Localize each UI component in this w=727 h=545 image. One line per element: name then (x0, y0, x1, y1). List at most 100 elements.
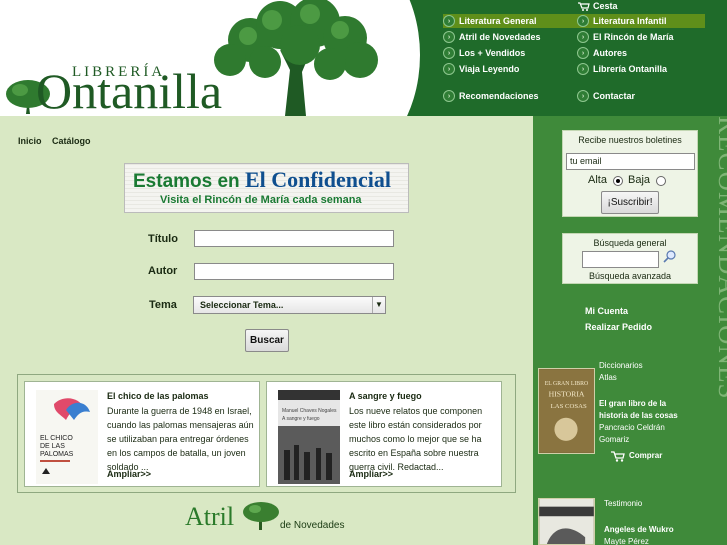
theme-select-value: Seleccionar Tema... (200, 300, 284, 310)
svg-text:A sangre y fuego: A sangre y fuego (282, 416, 320, 422)
atril-subtitle: de Novedades (280, 520, 345, 531)
subscribe-button[interactable]: ¡Suscribir! (601, 191, 659, 214)
cart-icon (611, 450, 625, 462)
arrow-bullet-icon: › (443, 31, 455, 43)
featured-category-2[interactable]: Atlas (599, 372, 617, 384)
menu-label: Recomendaciones (459, 91, 539, 101)
svg-text:DE LAS: DE LAS (40, 443, 65, 450)
chevron-down-icon: ▼ (372, 297, 385, 313)
menu-label: Atril de Novedades (459, 32, 541, 42)
featured-title-line2[interactable]: historia de las cosas (599, 410, 678, 422)
author-label: Autor (148, 265, 178, 277)
arrow-bullet-icon: › (443, 63, 455, 75)
book-summary: Durante la guerra de 1948 en Israel, cua… (107, 406, 254, 472)
tree-icon (243, 502, 279, 530)
title-input[interactable] (194, 230, 394, 247)
menu-item-autores[interactable]: › Autores (577, 46, 627, 60)
el-confidencial-banner[interactable]: Estamos en El Confidencial Visita el Rin… (124, 163, 409, 213)
newsletter-email-input[interactable]: tu email (566, 153, 695, 170)
search-button[interactable]: Buscar (245, 329, 289, 352)
svg-text:RECOMENDACIONES: RECOMENDACIONES (713, 116, 727, 400)
menu-item-literatura-general[interactable]: › Literatura General (443, 14, 577, 28)
arrow-bullet-icon: › (443, 15, 455, 27)
featured-category-1[interactable]: Diccionarios (599, 360, 643, 372)
logo-main-text: Ontanilla (36, 63, 223, 116)
arrow-bullet-icon: › (577, 15, 589, 27)
featured-title-line1[interactable]: El gran libro de la (599, 398, 666, 410)
book-title[interactable]: El chico de las palomas (107, 391, 209, 401)
menu-item-recomendaciones[interactable]: › Recomendaciones (443, 89, 539, 103)
alta-radio[interactable] (613, 176, 623, 186)
cart-link[interactable]: Cesta (578, 1, 618, 11)
my-account-link[interactable]: Mi Cuenta (585, 306, 628, 316)
book-card[interactable]: Manuel Chaves Nogales A sangre y fuego A… (266, 381, 502, 487)
advanced-search-link[interactable]: Búsqueda avanzada (563, 271, 697, 281)
newsletter-title: Recibe nuestros boletines (578, 135, 682, 145)
banner-prefix: Estamos en (133, 171, 240, 192)
breadcrumb-inicio[interactable]: Inicio (18, 136, 42, 146)
svg-text:PALOMAS: PALOMAS (40, 451, 74, 458)
banner-headline: Estamos en El Confidencial (133, 167, 391, 193)
menu-label: Literatura Infantil (593, 16, 667, 26)
atril-novedades-logo[interactable]: Atril de Novedades (183, 500, 363, 536)
book-title[interactable]: A sangre y fuego (349, 391, 422, 401)
cart-icon (578, 1, 590, 11)
arrow-bullet-icon: › (443, 90, 455, 102)
menu-item-literatura-infantil[interactable]: › Literatura Infantil (577, 14, 705, 28)
title-label: Título (148, 233, 178, 245)
buy-label: Comprar (629, 451, 663, 460)
theme-label: Tema (149, 299, 177, 311)
second-title[interactable]: Angeles de Wukro (604, 524, 674, 536)
menu-item-libreria-ontanilla[interactable]: › Librería Ontanilla (577, 62, 667, 76)
svg-text:LAS COSAS: LAS COSAS (551, 403, 587, 410)
featured-book-cover: EL GRAN LIBRO HISTORIA LAS COSAS (538, 368, 595, 454)
recomendaciones-vertical-text: RECOMENDACIONES (713, 116, 727, 400)
baja-radio[interactable] (656, 176, 666, 186)
right-sidebar: RECOMENDACIONES Recibe nuestros boletine… (533, 116, 727, 545)
second-category[interactable]: Testimonio (604, 498, 642, 510)
menu-label: Librería Ontanilla (593, 64, 668, 74)
site-header: LIBRERÍA Ontanilla Cesta › Literatura Gen… (0, 0, 727, 116)
alta-label: Alta (588, 174, 607, 186)
menu-item-contactar[interactable]: › Contactar (577, 89, 635, 103)
menu-label: Viaja Leyendo (459, 64, 520, 74)
featured-books: EL CHICO DE LAS PALOMAS El chico de las … (17, 374, 516, 493)
menu-label: Los + Vendidos (459, 48, 526, 58)
menu-item-rincon-maria[interactable]: › El Rincón de María (577, 30, 674, 44)
author-input[interactable] (194, 263, 394, 280)
menu-label: Autores (593, 48, 628, 58)
buy-button[interactable]: Comprar (611, 450, 662, 462)
breadcrumb-catalogo[interactable]: Catálogo (52, 136, 91, 146)
theme-select[interactable]: Seleccionar Tema... ▼ (193, 296, 386, 314)
featured-author-line2: Gomariz (599, 435, 630, 444)
menu-item-atril-novedades[interactable]: › Atril de Novedades (443, 30, 541, 44)
book-summary: Los nueve relatos que componen este libr… (349, 406, 483, 472)
book-cover-image: EL CHICO DE LAS PALOMAS (36, 390, 98, 484)
baja-label: Baja (628, 174, 651, 186)
site-logo[interactable]: LIBRERÍA Ontanilla (4, 58, 244, 116)
menu-item-viaja-leyendo[interactable]: › Viaja Leyendo (443, 62, 519, 76)
second-book-cover (538, 498, 595, 545)
arrow-bullet-icon: › (443, 47, 455, 59)
quick-search-input[interactable] (582, 251, 659, 268)
quick-search-panel: Búsqueda general Búsqueda avanzada (562, 233, 698, 284)
book-more-link[interactable]: Ampliar>> (107, 469, 151, 479)
arrow-bullet-icon: › (577, 47, 589, 59)
search-icon[interactable] (663, 249, 677, 263)
menu-label: Contactar (593, 91, 636, 101)
place-order-link[interactable]: Realizar Pedido (585, 322, 652, 332)
cart-label: Cesta (593, 1, 618, 11)
book-card[interactable]: EL CHICO DE LAS PALOMAS El chico de las … (24, 381, 260, 487)
arrow-bullet-icon: › (577, 63, 589, 75)
svg-text:Manuel Chaves Nogales: Manuel Chaves Nogales (282, 408, 337, 414)
book-more-link[interactable]: Ampliar>> (349, 469, 393, 479)
newsletter-panel: Recibe nuestros boletines tu email Alta … (562, 130, 698, 217)
atril-word: Atril (185, 502, 235, 531)
featured-author-line1: Pancracio Celdrán (599, 423, 665, 432)
menu-item-mas-vendidos[interactable]: › Los + Vendidos (443, 46, 525, 60)
quick-search-title: Búsqueda general (593, 238, 667, 248)
svg-text:EL GRAN LIBRO: EL GRAN LIBRO (545, 381, 588, 387)
svg-text:EL CHICO: EL CHICO (40, 435, 73, 442)
second-author: Mayte Pérez (604, 537, 649, 545)
banner-subline: Visita el Rincón de María cada semana (160, 194, 362, 206)
